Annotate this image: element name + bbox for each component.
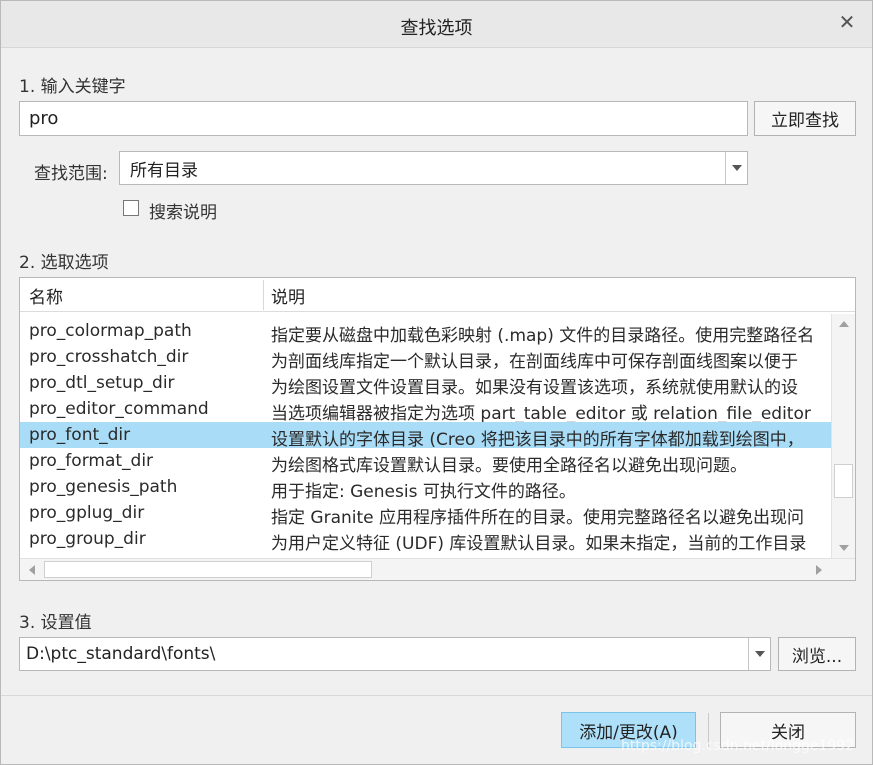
option-name: pro_dtl_setup_dir <box>29 373 175 393</box>
horizontal-scrollbar[interactable] <box>20 558 855 580</box>
option-name: pro_format_dir <box>29 451 154 471</box>
option-description: 指定要从磁盘中加载色彩映射 (.map) 文件的目录路径。使用完整路径名 <box>271 326 815 346</box>
keyword-value: pro <box>29 108 59 129</box>
option-name: pro_crosshatch_dir <box>29 347 189 367</box>
list-rows: pro_colormap_path 指定要从磁盘中加载色彩映射 (.map) 文… <box>20 315 831 559</box>
scroll-down-icon[interactable] <box>832 538 855 558</box>
scroll-right-icon[interactable] <box>809 559 829 580</box>
search-description-label: 搜索说明 <box>149 203 217 223</box>
option-name: pro_gplug_dir <box>29 503 145 523</box>
column-desc-header[interactable]: 说明 <box>271 278 305 312</box>
option-description: 设置默认的字体目录 (Creo 将把该目录中的所有字体都加载到绘图中， <box>271 430 804 450</box>
list-item[interactable]: pro_group_dir 为用户定义特征 (UDF) 库设置默认目录。如果未指… <box>20 526 831 554</box>
option-name: pro_group_dir <box>29 529 146 549</box>
option-description: 为剖面线库指定一个默认目录，在剖面线库中可保存剖面线图案以便于 <box>271 352 798 372</box>
list-item[interactable]: pro_colormap_path 指定要从磁盘中加载色彩映射 (.map) 文… <box>20 318 831 346</box>
search-now-button[interactable]: 立即查找 <box>754 101 856 136</box>
chevron-down-icon[interactable] <box>748 638 770 670</box>
list-item[interactable]: pro_dtl_setup_dir 为绘图设置文件设置目录。如果没有设置该选项，… <box>20 370 831 398</box>
scope-label: 查找范围: <box>34 164 108 184</box>
options-list[interactable]: 名称 说明 pro_colormap_path 指定要从磁盘中加载色彩映射 (.… <box>19 277 856 581</box>
option-description: 为绘图设置文件设置目录。如果没有设置该选项，系统就使用默认的设 <box>271 378 798 398</box>
value-text[interactable]: D:\ptc_standard\fonts\ <box>20 644 748 664</box>
option-description: 当选项编辑器被指定为选项 part_table_editor 或 relatio… <box>271 404 811 424</box>
scope-select[interactable]: 所有目录 <box>119 151 748 185</box>
option-name: pro_colormap_path <box>29 321 192 341</box>
scroll-left-icon[interactable] <box>22 559 42 580</box>
option-description: 为绘图格式库设置默认目录。要使用全路径名以避免出现问题。 <box>271 456 747 476</box>
column-divider[interactable] <box>263 280 264 310</box>
list-header: 名称 说明 <box>20 278 855 312</box>
list-item[interactable]: pro_genesis_path 用于指定: Genesis 可执行文件的路径。 <box>20 474 831 502</box>
title-bar: 查找选项 ✕ <box>1 1 872 48</box>
value-select[interactable]: D:\ptc_standard\fonts\ <box>19 637 771 671</box>
list-item[interactable]: pro_editor_command 当选项编辑器被指定为选项 part_tab… <box>20 396 831 424</box>
find-option-dialog: 查找选项 ✕ 1. 输入关键字 pro 立即查找 查找范围: 所有目录 搜索说明… <box>0 0 873 765</box>
vertical-scrollbar[interactable] <box>831 314 855 558</box>
watermark: https://blog.csdn.net/longge1992 <box>621 738 855 754</box>
dialog-title: 查找选项 <box>400 18 473 39</box>
list-item[interactable]: pro_crosshatch_dir 为剖面线库指定一个默认目录，在剖面线库中可… <box>20 344 831 372</box>
column-name-header[interactable]: 名称 <box>29 278 63 312</box>
option-description: 指定 Granite 应用程序插件所在的目录。使用完整路径名以避免出现问 <box>271 508 805 528</box>
search-description-checkbox[interactable] <box>123 200 139 216</box>
vertical-scroll-thumb[interactable] <box>834 464 853 498</box>
horizontal-scroll-thumb[interactable] <box>44 561 372 578</box>
list-item[interactable]: pro_gplug_dir 指定 Granite 应用程序插件所在的目录。使用完… <box>20 500 831 528</box>
option-name: pro_genesis_path <box>29 477 178 497</box>
list-item[interactable]: pro_format_dir 为绘图格式库设置默认目录。要使用全路径名以避免出现… <box>20 448 831 476</box>
keyword-input[interactable]: pro <box>19 101 748 136</box>
scope-value: 所有目录 <box>130 160 198 181</box>
scroll-up-icon[interactable] <box>832 314 855 334</box>
close-icon[interactable]: ✕ <box>836 11 858 33</box>
chevron-down-icon[interactable] <box>725 152 747 184</box>
option-description: 用于指定: Genesis 可执行文件的路径。 <box>271 482 576 502</box>
option-name: pro_font_dir <box>29 425 131 445</box>
list-item-selected[interactable]: pro_font_dir 设置默认的字体目录 (Creo 将把该目录中的所有字体… <box>20 422 831 450</box>
step3-label: 3. 设置值 <box>19 613 92 633</box>
step1-label: 1. 输入关键字 <box>19 77 126 97</box>
option-description: 为用户定义特征 (UDF) 库设置默认目录。如果未指定，当前的工作目录 <box>271 534 807 554</box>
option-name: pro_editor_command <box>29 399 209 419</box>
browse-button[interactable]: 浏览... <box>778 637 856 671</box>
step2-label: 2. 选取选项 <box>19 253 109 273</box>
footer-divider <box>1 695 872 696</box>
